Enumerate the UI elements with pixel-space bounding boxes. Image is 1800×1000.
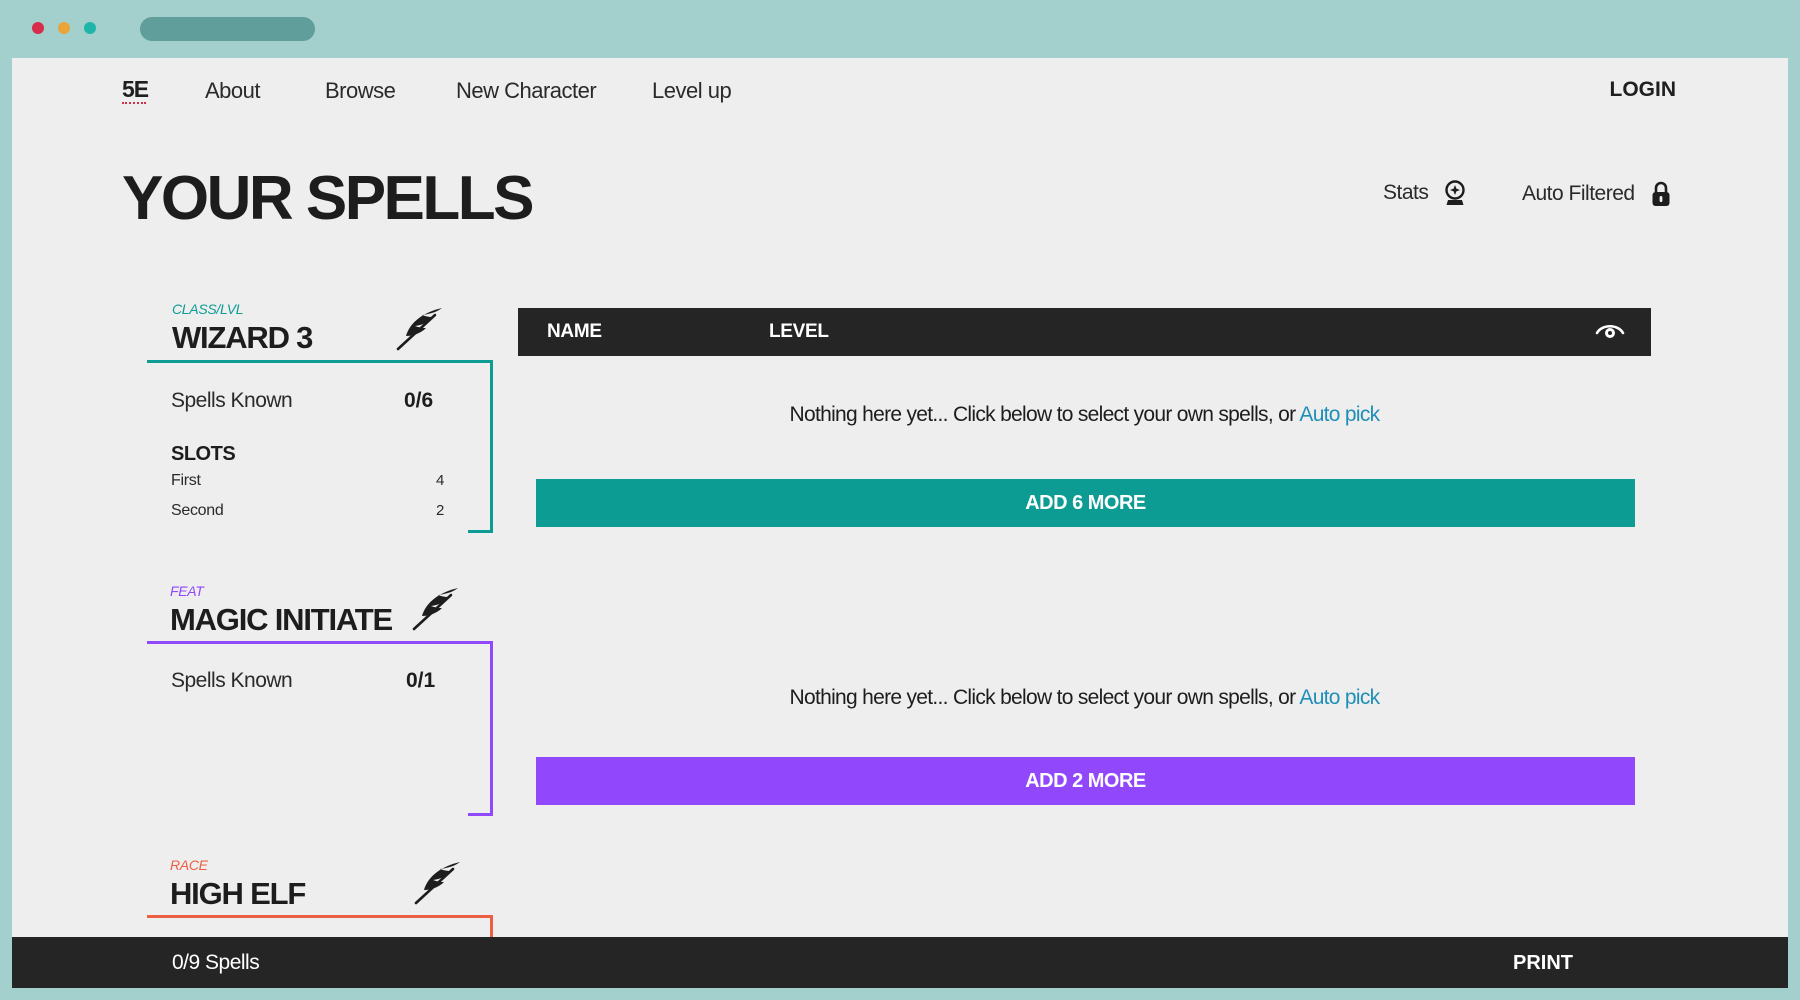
group-tag: RACE: [170, 857, 208, 873]
logo[interactable]: 5E: [122, 76, 149, 103]
spells-known-label: Spells Known: [171, 389, 293, 412]
spells-known-label: Spells Known: [171, 669, 293, 692]
login-link[interactable]: LOGIN: [1610, 78, 1677, 102]
print-button[interactable]: PRINT: [1513, 952, 1573, 975]
slot-second-count: 2: [436, 502, 445, 519]
spell-table-header: NAME LEVEL: [518, 308, 1651, 356]
nav-level-up[interactable]: Level up: [652, 78, 732, 104]
minimize-window-dot[interactable]: [58, 22, 70, 34]
add-magic-initiate-spells-button[interactable]: ADD 2 MORE: [536, 757, 1635, 805]
slot-first-count: 4: [436, 472, 445, 489]
auto-filtered-label: Auto Filtered: [1522, 182, 1635, 205]
group-divider: [147, 360, 493, 363]
footer-bar: 0/9 Spells PRINT: [12, 937, 1788, 988]
add-wizard-spells-button[interactable]: ADD 6 MORE: [536, 479, 1635, 527]
eye-icon[interactable]: [1595, 320, 1625, 342]
spells-known-value: 0/1: [406, 669, 436, 692]
group-tag: FEAT: [170, 583, 204, 599]
slot-first-label: First: [171, 472, 201, 489]
address-bar[interactable]: [140, 17, 315, 41]
stats-label: Stats: [1383, 181, 1429, 204]
group-divider: [147, 641, 493, 644]
auto-pick-link[interactable]: Auto pick: [1299, 403, 1380, 426]
logo-underline: [122, 102, 146, 104]
group-divider: [147, 915, 493, 918]
lock-icon: [1652, 181, 1670, 206]
auto-pick-link[interactable]: Auto pick: [1299, 686, 1380, 709]
empty-message-magic-initiate: Nothing here yet... Click below to selec…: [518, 686, 1651, 710]
group-bracket: [468, 360, 493, 533]
spell-count: 0/9 Spells: [172, 951, 260, 974]
empty-message-wizard: Nothing here yet... Click below to selec…: [518, 403, 1651, 427]
crystal-ball-icon: [1445, 180, 1466, 205]
quill-icon[interactable]: [412, 860, 462, 906]
nav-new-character[interactable]: New Character: [456, 78, 597, 104]
slot-second-label: Second: [171, 502, 224, 519]
group-bracket: [468, 641, 493, 816]
group-tag: CLASS/LVL: [172, 301, 244, 317]
nav-about[interactable]: About: [205, 78, 261, 104]
group-name: WIZARD 3: [172, 320, 313, 355]
empty-message-text: Nothing here yet... Click below to selec…: [789, 403, 1300, 426]
quill-icon[interactable]: [410, 586, 460, 632]
group-name: MAGIC INITIATE: [170, 602, 393, 637]
column-level-header[interactable]: LEVEL: [769, 321, 829, 343]
empty-message-text: Nothing here yet... Click below to selec…: [789, 686, 1300, 709]
stats-button[interactable]: Stats: [1383, 180, 1466, 206]
spells-known-value: 0/6: [404, 389, 434, 412]
nav-browse[interactable]: Browse: [325, 78, 396, 104]
column-name-header[interactable]: NAME: [547, 321, 602, 343]
maximize-window-dot[interactable]: [84, 22, 96, 34]
slots-title: SLOTS: [171, 443, 236, 465]
page-title: YOUR SPELLS: [122, 164, 535, 233]
quill-icon[interactable]: [394, 306, 444, 352]
top-nav: 5E About Browse New Character Level up L…: [12, 58, 1788, 122]
auto-filtered-toggle[interactable]: Auto Filtered: [1522, 180, 1671, 208]
group-name: HIGH ELF: [170, 876, 306, 911]
close-window-dot[interactable]: [32, 22, 44, 34]
window-controls: [32, 22, 96, 34]
page: 5E About Browse New Character Level up L…: [12, 58, 1788, 988]
